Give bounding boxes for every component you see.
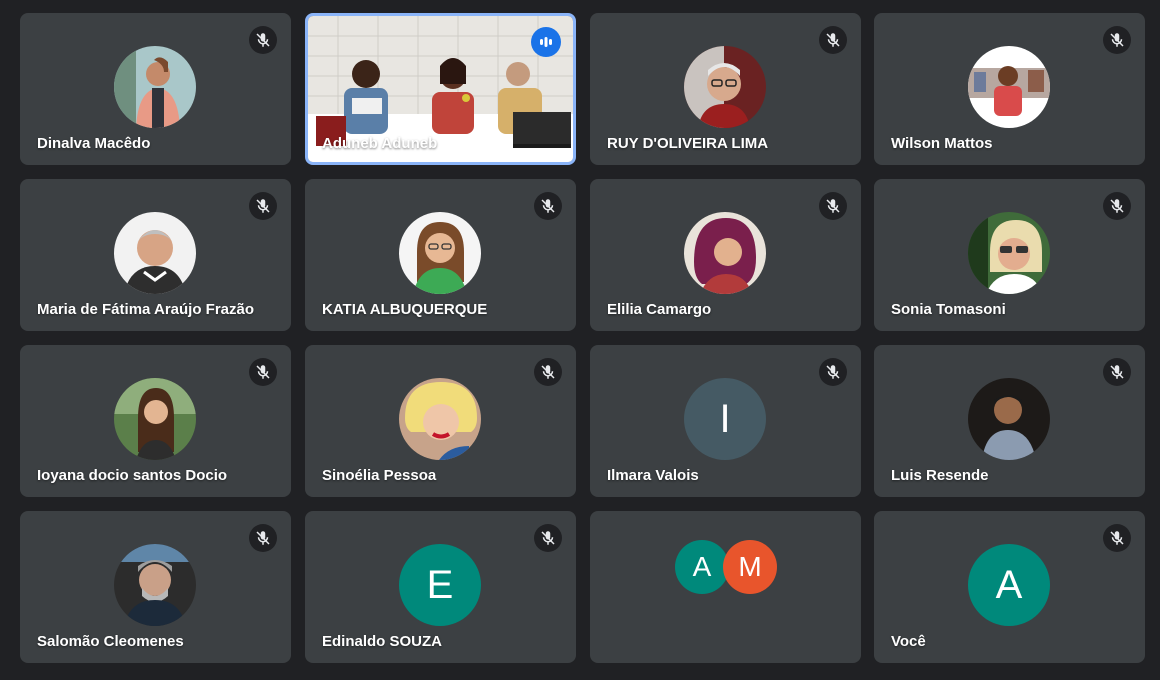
participant-tile[interactable]: I Ilmara Valois	[590, 345, 861, 497]
mic-off-icon	[1103, 192, 1131, 220]
participant-photo-avatar	[114, 378, 196, 460]
participant-name: Elilia Camargo	[607, 301, 712, 318]
participant-name: Ilmara Valois	[607, 467, 699, 484]
mic-off-icon	[819, 358, 847, 386]
participant-tile[interactable]: Aduneb Aduneb	[305, 13, 576, 165]
participant-initial-avatar: I	[684, 378, 766, 460]
participant-photo-avatar	[114, 212, 196, 294]
participant-photo-avatar	[968, 46, 1050, 128]
participant-name: Luis Resende	[891, 467, 989, 484]
participant-initial-avatar: M	[723, 540, 777, 594]
mic-off-icon	[1103, 358, 1131, 386]
mic-off-icon	[249, 524, 277, 552]
participant-tile[interactable]: E Edinaldo SOUZA	[305, 511, 576, 663]
participant-name: Você	[891, 633, 926, 650]
participant-tile[interactable]: Dinalva Macêdo	[20, 13, 291, 165]
participant-tile[interactable]: KATIA ALBUQUERQUE	[305, 179, 576, 331]
participant-name: RUY D'OLIVEIRA LIMA	[607, 135, 769, 152]
participant-tile[interactable]: Elilia Camargo	[590, 179, 861, 331]
participant-photo-avatar	[399, 378, 481, 460]
participant-tile-self[interactable]: A Você	[874, 511, 1145, 663]
participant-initial-avatar: A	[968, 544, 1050, 626]
participant-name: Edinaldo SOUZA	[322, 633, 442, 650]
participant-initial-avatar: E	[399, 544, 481, 626]
participant-name: Maria de Fátima Araújo Frazão	[37, 301, 255, 318]
participant-tile[interactable]: Sinoélia Pessoa	[305, 345, 576, 497]
participant-grid: Dinalva Macêdo Aduneb Aduneb RUY D'OLIVE…	[0, 0, 1160, 680]
participant-tile[interactable]: Luis Resende	[874, 345, 1145, 497]
mic-off-icon	[249, 26, 277, 54]
mic-off-icon	[819, 192, 847, 220]
participant-tile[interactable]: Wilson Mattos	[874, 13, 1145, 165]
participant-photo-avatar	[968, 378, 1050, 460]
mic-off-icon	[534, 192, 562, 220]
participant-name: Sonia Tomasoni	[891, 301, 1006, 318]
mic-off-icon	[534, 524, 562, 552]
mic-off-icon	[1103, 524, 1131, 552]
participant-name: Salomão Cleomenes	[37, 633, 184, 650]
mic-off-icon	[819, 26, 847, 54]
mic-off-icon	[534, 358, 562, 386]
participant-photo-avatar	[684, 212, 766, 294]
mic-off-icon	[1103, 26, 1131, 54]
participant-name: Wilson Mattos	[891, 135, 993, 152]
participant-group-tile[interactable]: A M	[590, 511, 861, 663]
participant-tile[interactable]: Salomão Cleomenes	[20, 511, 291, 663]
participant-photo-avatar	[399, 212, 481, 294]
participant-name: Sinoélia Pessoa	[322, 467, 437, 484]
participant-tile[interactable]: Ioyana docio santos Docio	[20, 345, 291, 497]
speaking-indicator-icon	[531, 27, 561, 57]
participant-name: Ioyana docio santos Docio	[37, 467, 228, 484]
participant-name: Aduneb Aduneb	[322, 135, 438, 152]
participant-photo-avatar	[114, 46, 196, 128]
mic-off-icon	[249, 358, 277, 386]
participant-tile[interactable]: Sonia Tomasoni	[874, 179, 1145, 331]
participant-photo-avatar	[684, 46, 766, 128]
participant-name: Dinalva Macêdo	[37, 135, 151, 152]
participant-tile[interactable]: Maria de Fátima Araújo Frazão	[20, 179, 291, 331]
participant-photo-avatar	[968, 212, 1050, 294]
participant-tile[interactable]: RUY D'OLIVEIRA LIMA	[590, 13, 861, 165]
participant-name: KATIA ALBUQUERQUE	[322, 301, 488, 318]
participant-photo-avatar	[114, 544, 196, 626]
participant-initial-avatar: A	[675, 540, 729, 594]
mic-off-icon	[249, 192, 277, 220]
